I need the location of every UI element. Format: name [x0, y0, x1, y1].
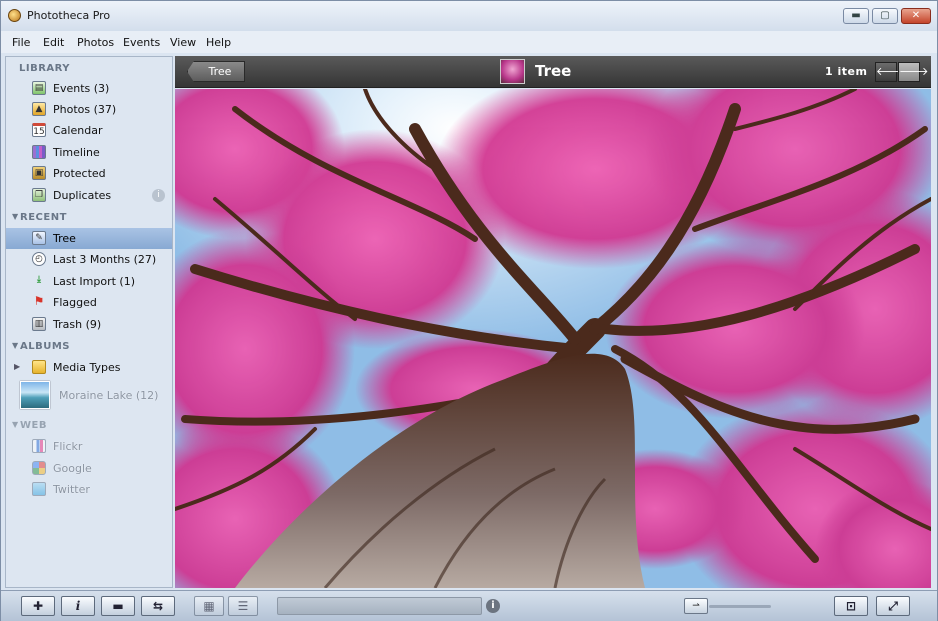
sidebar: LIBRARY ▤ Events (3) ▲ Photos (37) 15 Ca… [5, 56, 173, 588]
next-arrow-icon[interactable]: 🡒 [898, 62, 929, 82]
tree-photo [175, 89, 931, 588]
zoom-slider-track[interactable] [709, 605, 771, 608]
lock-icon: ▣ [32, 166, 46, 180]
flickr-icon [32, 439, 46, 453]
google-icon [32, 461, 46, 475]
back-button[interactable]: Tree [187, 61, 245, 82]
item-count: 1 item [825, 65, 868, 78]
sidebar-item-flagged[interactable]: ⚑ Flagged [6, 292, 172, 313]
sidebar-item-calendar[interactable]: 15 Calendar [6, 120, 172, 141]
menu-help[interactable]: Help [206, 36, 231, 49]
sidebar-item-timeline[interactable]: Timeline [6, 142, 172, 163]
menu-events[interactable]: Events [123, 36, 160, 49]
sidebar-item-google[interactable]: Google [6, 458, 172, 479]
slideshow-icon[interactable]: ▬ [101, 596, 135, 616]
close-button[interactable]: ✕ [901, 8, 931, 24]
window-title: Phototheca Pro [27, 9, 111, 22]
previous-arrow-icon[interactable]: 🡐 [875, 62, 906, 82]
app-logo-icon [8, 9, 21, 22]
menu-view[interactable]: View [170, 36, 196, 49]
rotate-icon[interactable]: ⇆ [141, 596, 175, 616]
info-badge-icon[interactable]: i [152, 189, 165, 202]
collapse-triangle-icon: ▼ [12, 341, 19, 350]
bottom-toolbar: ✚ i ▬ ⇆ ▦ ☰ i ⇀ ⊡ ⤢ [1, 590, 937, 621]
menu-photos[interactable]: Photos [77, 36, 114, 49]
sidebar-item-last-3-months[interactable]: ◴ Last 3 Months (27) [6, 249, 172, 270]
menu-file[interactable]: File [12, 36, 30, 49]
albums-heading[interactable]: ▼ ALBUMS [6, 338, 172, 356]
import-icon: ⤓ [37, 275, 41, 285]
sidebar-item-twitter[interactable]: Twitter [6, 479, 172, 500]
calendar-icon: 15 [32, 123, 46, 137]
sidebar-item-moraine-lake[interactable]: Moraine Lake (12) [6, 380, 172, 412]
zoom-slider-handle-icon[interactable]: ⇀ [684, 598, 708, 614]
fit-screen-icon[interactable]: ⊡ [834, 596, 868, 616]
collapse-triangle-icon: ▼ [12, 212, 19, 221]
menu-edit[interactable]: Edit [43, 36, 64, 49]
add-icon[interactable]: ✚ [21, 596, 55, 616]
duplicates-icon: ❐ [32, 188, 46, 202]
maximize-button[interactable]: ▢ [872, 8, 898, 24]
sidebar-item-photos[interactable]: ▲ Photos (37) [6, 99, 172, 120]
sidebar-item-trash[interactable]: ▥ Trash (9) [6, 314, 172, 335]
flag-icon: ⚑ [33, 294, 45, 308]
photo-thumbnail [500, 59, 525, 84]
progress-track [277, 597, 482, 615]
collapse-triangle-icon: ▼ [12, 420, 19, 429]
photos-icon: ▲ [32, 102, 46, 116]
web-heading[interactable]: ▼ WEB [6, 417, 172, 435]
sidebar-item-flickr[interactable]: Flickr [6, 436, 172, 457]
recent-heading[interactable]: ▼ RECENT [6, 209, 172, 227]
sidebar-item-events[interactable]: ▤ Events (3) [6, 78, 172, 99]
sidebar-item-media-types[interactable]: ▶ Media Types [6, 357, 172, 378]
clock-icon: ◴ [32, 252, 46, 266]
list-view-icon[interactable]: ☰ [228, 596, 258, 616]
expand-triangle-icon[interactable]: ▶ [14, 362, 20, 371]
timeline-icon [32, 145, 46, 159]
minimize-button[interactable]: ▬ [843, 8, 869, 24]
sidebar-item-duplicates[interactable]: ❐ Duplicates i [6, 185, 172, 206]
viewer-header: Tree Tree 1 item 🡐 🡒 [175, 56, 931, 88]
app-window: Phototheca Pro ▬ ▢ ✕ File Edit Photos Ev… [0, 0, 938, 621]
sidebar-item-tree[interactable]: ✎ Tree [6, 228, 172, 249]
photo-title: Tree [535, 62, 572, 80]
status-info-icon[interactable]: i [486, 599, 500, 613]
grid-view-icon[interactable]: ▦ [194, 596, 224, 616]
edit-icon: ✎ [32, 231, 46, 245]
events-icon: ▤ [32, 81, 46, 95]
sidebar-item-protected[interactable]: ▣ Protected [6, 163, 172, 184]
info-button-icon[interactable]: i [61, 596, 95, 616]
library-heading: LIBRARY [19, 63, 71, 74]
twitter-icon [32, 482, 46, 496]
menu-bar: File Edit Photos Events View Help [1, 31, 937, 53]
album-thumbnail [20, 381, 50, 409]
fullscreen-icon[interactable]: ⤢ [876, 596, 910, 616]
title-bar[interactable]: Phototheca Pro ▬ ▢ ✕ [1, 1, 937, 31]
sidebar-item-last-import[interactable]: ⤓ Last Import (1) [6, 271, 172, 292]
trash-icon: ▥ [32, 317, 46, 331]
folder-icon [32, 360, 46, 374]
photo-viewer[interactable] [175, 89, 931, 588]
